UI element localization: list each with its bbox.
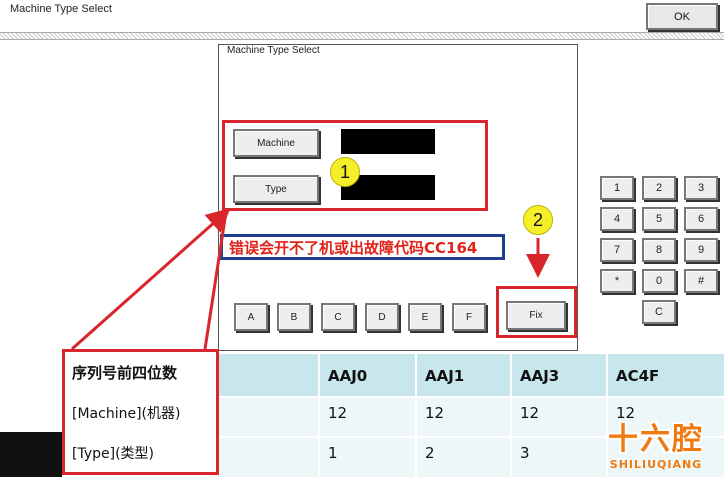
logo-sub-text: SHILIUQIANG [609, 458, 703, 471]
table-divider [510, 354, 512, 477]
column-header-aaj3: AAJ3 [520, 367, 560, 385]
table-divider [318, 354, 320, 477]
table-divider [215, 396, 724, 398]
table-header-label: 序列号前四位数 [72, 363, 178, 382]
brand-logo: 十六腔 SHILIUQIANG [596, 414, 716, 474]
row-label-type: [Type](类型) [72, 446, 155, 462]
column-header-ac4f: AC4F [616, 367, 660, 385]
table-left-band [0, 432, 62, 477]
arrow-to-fields-2 [203, 211, 228, 350]
row-label-machine: [Machine](机器) [72, 406, 181, 422]
table-divider [415, 354, 417, 477]
column-header-aaj0: AAJ0 [328, 367, 368, 385]
table-cell: 1 [328, 444, 338, 462]
column-header-aaj1: AAJ1 [425, 367, 465, 385]
table-cell: 12 [328, 404, 348, 422]
table-cell: 2 [425, 444, 435, 462]
table-cell: 3 [520, 444, 530, 462]
table-cell: 12 [425, 404, 445, 422]
table-cell: 12 [520, 404, 540, 422]
arrow-to-fields [71, 208, 231, 351]
logo-main-text: 十六腔 [608, 422, 704, 457]
